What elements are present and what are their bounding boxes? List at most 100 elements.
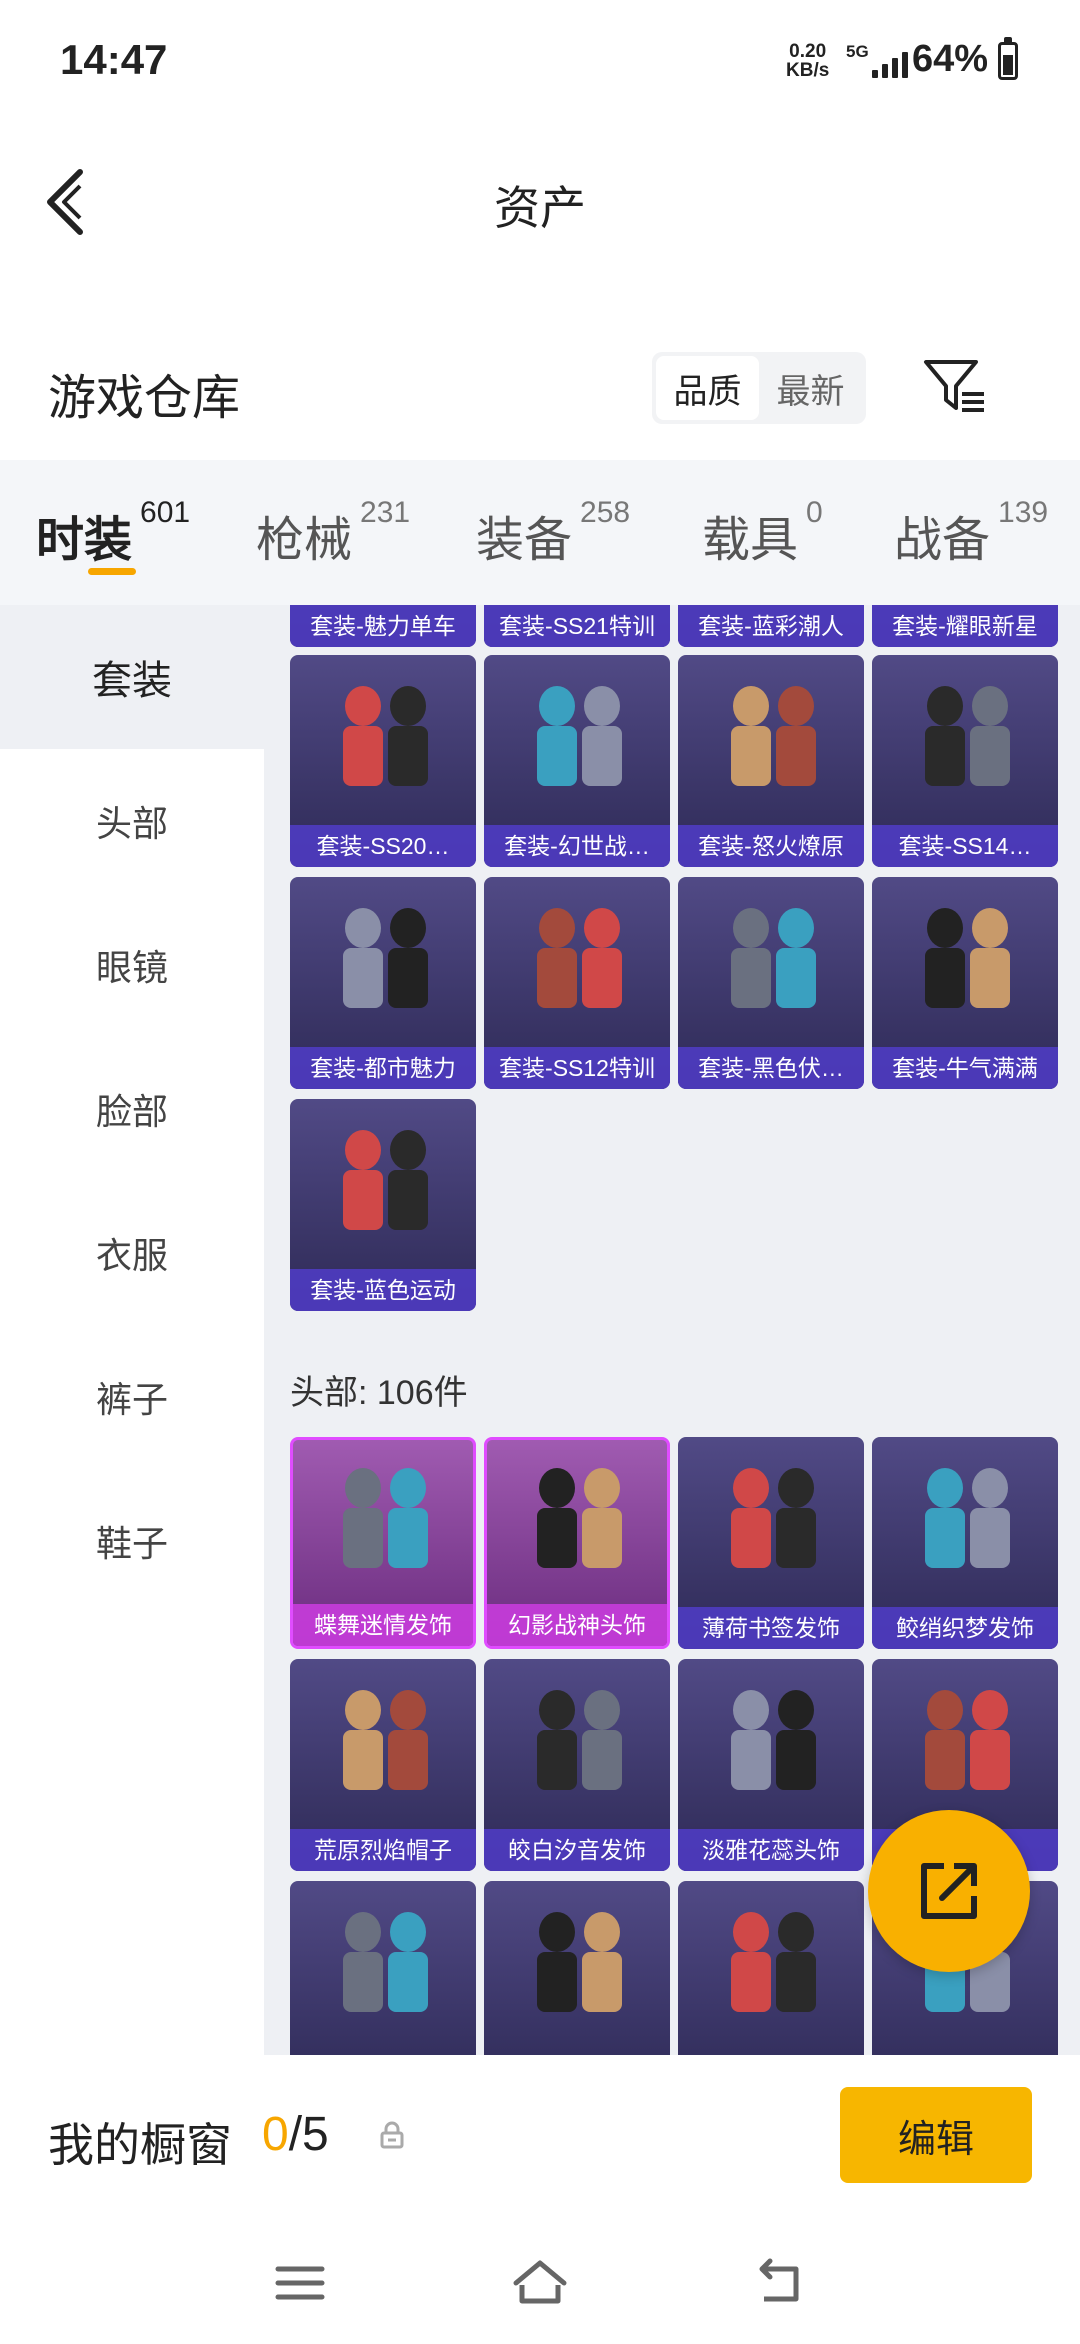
- sidebar-item-shoes[interactable]: 鞋子: [0, 1469, 264, 1613]
- suit-card[interactable]: 套装-SS20…: [290, 655, 476, 867]
- vivo-app-icon: vivo: [231, 56, 252, 68]
- item-image: [290, 655, 476, 827]
- tab-fashion[interactable]: 时装 601: [36, 496, 190, 570]
- item-label: 套装-耀眼新星: [872, 605, 1058, 647]
- sidebar-item-suits[interactable]: 套装: [0, 605, 264, 749]
- tab-guns[interactable]: 枪械 231: [256, 496, 410, 570]
- item-image: [290, 877, 476, 1049]
- item-label: 荒原烈焰帽子: [290, 1829, 476, 1871]
- head-section-title: 头部: 106件: [290, 1374, 468, 1412]
- item-image: [290, 1881, 476, 2053]
- suit-card[interactable]: 套装-耀眼新星: [872, 605, 1058, 647]
- tab-equipment[interactable]: 装备 258: [476, 496, 630, 570]
- sidebar-item-glasses[interactable]: 眼镜: [0, 893, 264, 1037]
- item-label: 套装-黑色伏…: [678, 1047, 864, 1089]
- item-label: 套装-SS12特训: [484, 1047, 670, 1089]
- tab-vehicles[interactable]: 载具 0: [702, 496, 823, 570]
- network-speed: 0.20 KB/s: [786, 41, 830, 81]
- home-icon[interactable]: [510, 2255, 570, 2311]
- suit-card[interactable]: 套装-幻世战…: [484, 655, 670, 867]
- item-label: 套装-SS20…: [290, 825, 476, 867]
- item-label: 套装-魅力单车: [290, 605, 476, 647]
- item-label: 套装-牛气满满: [872, 1047, 1058, 1089]
- head-item-card[interactable]: 淡雅花蕊头饰: [678, 1659, 864, 1871]
- head-item-card[interactable]: [290, 1881, 476, 2055]
- item-image: [678, 1437, 864, 1609]
- item-label: 淡雅花蕊头饰: [678, 1829, 864, 1871]
- head-item-card[interactable]: 皎白汐音发饰: [484, 1659, 670, 1871]
- head-item-card[interactable]: 荒原烈焰帽子: [290, 1659, 476, 1871]
- share-button[interactable]: [868, 1810, 1030, 1972]
- head-item-card[interactable]: 薄荷书签发饰: [678, 1437, 864, 1649]
- item-label: 套装-都市魅力: [290, 1047, 476, 1089]
- system-nav-bar: [0, 2215, 1080, 2344]
- item-image: [872, 1659, 1058, 1831]
- suit-card[interactable]: 套装-怒火燎原: [678, 655, 864, 867]
- warehouse-title: 游戏仓库: [48, 372, 241, 425]
- sidebar-item-pants[interactable]: 裤子: [0, 1325, 264, 1469]
- suit-card[interactable]: 套装-蓝色运动: [290, 1099, 476, 1311]
- network-type: 5G: [846, 42, 869, 61]
- suit-card[interactable]: 套装-SS12特训: [484, 877, 670, 1089]
- suit-card[interactable]: 套装-蓝彩潮人: [678, 605, 864, 647]
- head-item-card[interactable]: 幻影战神头饰: [484, 1437, 670, 1649]
- item-label: 套装-怒火燎原: [678, 825, 864, 867]
- back-nav-icon[interactable]: [750, 2255, 810, 2311]
- signal-icon: [872, 50, 908, 78]
- item-label: 幻影战神头饰: [487, 1604, 667, 1646]
- purple-app-icon: ◆: [284, 56, 292, 68]
- status-time: 14:47: [60, 36, 168, 83]
- head-item-card[interactable]: [484, 1881, 670, 2055]
- sort-quality-button[interactable]: 品质: [656, 356, 759, 420]
- share-icon: [921, 1863, 977, 1919]
- page-header: 资产: [0, 120, 1080, 280]
- item-image: [290, 1099, 476, 1271]
- item-image: [678, 877, 864, 1049]
- item-label: 套装-蓝彩潮人: [678, 605, 864, 647]
- lock-icon: [380, 2121, 404, 2149]
- category-sidebar: 套装 头部 眼镜 脸部 衣服 裤子 鞋子: [0, 605, 264, 2055]
- suit-card[interactable]: 套装-牛气满满: [872, 877, 1058, 1089]
- item-image: [872, 655, 1058, 827]
- suit-card[interactable]: 套装-SS21特训: [484, 605, 670, 647]
- tab-supplies[interactable]: 战备 139: [894, 496, 1048, 570]
- suit-card[interactable]: 套装-都市魅力: [290, 877, 476, 1089]
- item-label: 套装-SS14…: [872, 825, 1058, 867]
- filter-icon[interactable]: [922, 356, 986, 416]
- item-label: 套装-SS21特训: [484, 605, 670, 647]
- menu-icon[interactable]: [270, 2255, 330, 2311]
- item-label: 套装-蓝色运动: [290, 1269, 476, 1311]
- suit-card[interactable]: 套装-SS14…: [872, 655, 1058, 867]
- sidebar-item-head[interactable]: 头部: [0, 749, 264, 893]
- item-image: [484, 1659, 670, 1831]
- item-image: [484, 655, 670, 827]
- suit-card[interactable]: 套装-魅力单车: [290, 605, 476, 647]
- item-image: [484, 877, 670, 1049]
- item-image: [678, 1659, 864, 1831]
- item-image: [872, 1437, 1058, 1609]
- item-image: [487, 1440, 667, 1606]
- edit-button[interactable]: 编辑: [840, 2087, 1032, 2183]
- page-title: 资产: [494, 182, 586, 234]
- sort-newest-button[interactable]: 最新: [759, 356, 862, 420]
- battery-icon: [998, 37, 1018, 80]
- item-label: 皎白汐音发饰: [484, 1829, 670, 1871]
- sidebar-item-clothes[interactable]: 衣服: [0, 1181, 264, 1325]
- item-image: [293, 1440, 473, 1606]
- item-label: 套装-幻世战…: [484, 825, 670, 867]
- battery-percent: 64%: [912, 38, 989, 80]
- sidebar-item-face[interactable]: 脸部: [0, 1037, 264, 1181]
- suit-card[interactable]: 套装-黑色伏…: [678, 877, 864, 1089]
- cmb-app-icon: 招: [191, 58, 201, 70]
- item-image: [290, 1659, 476, 1831]
- head-item-card[interactable]: 蝶舞迷情发饰: [290, 1437, 476, 1649]
- showcase-bar: 我的橱窗 0/5 编辑: [0, 2055, 1080, 2215]
- showcase-title: 我的橱窗: [48, 2119, 232, 2171]
- item-image: [678, 655, 864, 827]
- status-bar: 14:47 招 vivo ◆ 0.20 KB/s 5G 64%: [0, 0, 1080, 120]
- item-label: 蝶舞迷情发饰: [293, 1604, 473, 1646]
- head-item-card[interactable]: [678, 1881, 864, 2055]
- head-item-card[interactable]: 鲛绡织梦发饰: [872, 1437, 1058, 1649]
- item-image: [872, 877, 1058, 1049]
- item-label: 鲛绡织梦发饰: [872, 1607, 1058, 1649]
